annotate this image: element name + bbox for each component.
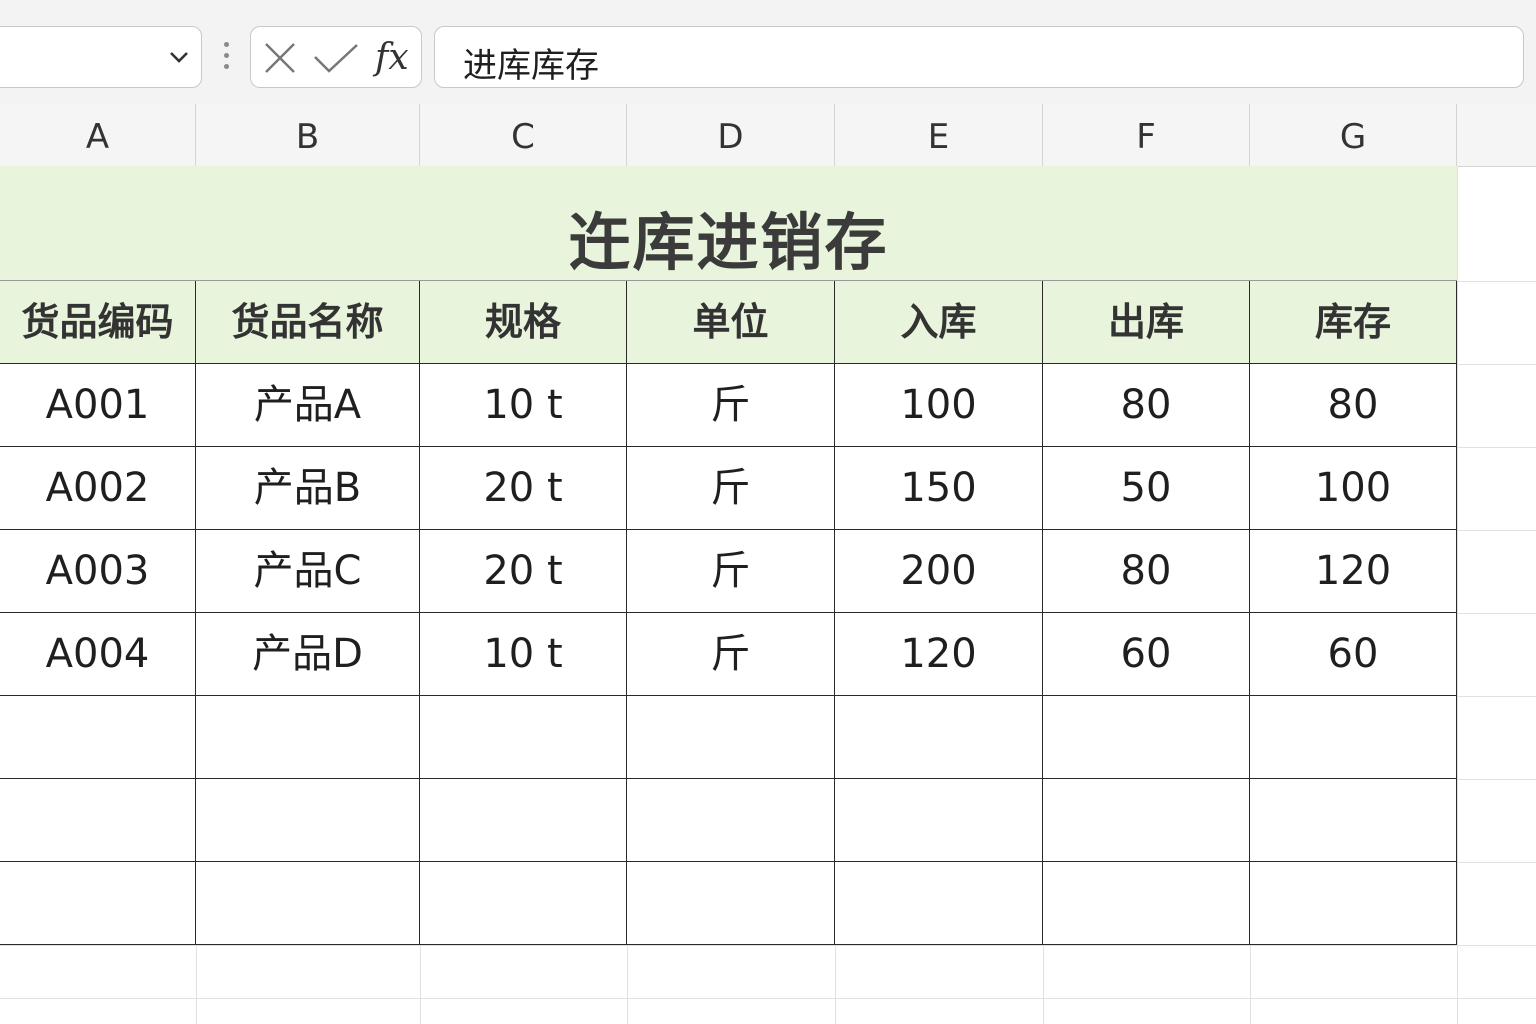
table-cell[interactable] [835,779,1043,862]
table-cell[interactable]: 80 [1043,364,1250,447]
table-cell[interactable] [835,862,1043,945]
table-cell[interactable] [420,862,627,945]
table-cell[interactable] [627,862,835,945]
table-cell[interactable] [627,696,835,779]
table-cell[interactable]: A003 [0,530,196,613]
confirm-check-icon[interactable] [313,43,359,73]
formula-controls: fx [250,26,422,88]
table-cell[interactable]: A001 [0,364,196,447]
table-cell[interactable] [1043,862,1250,945]
table-cell[interactable] [1043,696,1250,779]
table-cell[interactable]: 10 t [420,613,627,696]
table-header-cell[interactable]: 单位 [627,281,835,364]
name-box[interactable] [0,26,202,88]
table-cell[interactable] [835,696,1043,779]
table-cell[interactable]: 200 [835,530,1043,613]
column-header-g[interactable]: G [1250,104,1457,166]
table-cell[interactable]: 50 [1043,447,1250,530]
table-header-cell[interactable]: 出库 [1043,281,1250,364]
cancel-icon[interactable] [263,41,297,75]
table-cell[interactable]: 100 [1250,447,1457,530]
column-header-c[interactable]: C [420,104,627,166]
column-header-f[interactable]: F [1043,104,1250,166]
chevron-down-icon[interactable] [167,45,191,69]
table-header-cell[interactable]: 货品编码 [0,281,196,364]
table-cell[interactable]: 80 [1043,530,1250,613]
column-header-b[interactable]: B [196,104,420,166]
formula-bar: fx 进库库存 [0,0,1536,104]
table-cell[interactable] [1250,779,1457,862]
column-header-e[interactable]: E [835,104,1043,166]
sheet-title: 迕库进销存 [568,206,889,279]
table-cell[interactable] [420,696,627,779]
grip-handle-icon[interactable] [222,42,232,74]
table-cell[interactable]: 产品C [196,530,420,613]
table-cell[interactable]: 斤 [627,447,835,530]
table-cell[interactable] [1250,696,1457,779]
sheet-title-cell[interactable]: 迕库进销存 [0,166,1457,281]
table-cell[interactable]: 150 [835,447,1043,530]
table-cell[interactable]: 产品D [196,613,420,696]
table-cell[interactable]: 斤 [627,364,835,447]
table-cell[interactable]: 斤 [627,613,835,696]
insert-function-button[interactable]: fx [375,37,409,78]
table-cell[interactable]: 60 [1250,613,1457,696]
table-cell[interactable]: 产品A [196,364,420,447]
table-cell[interactable] [0,862,196,945]
table-cell[interactable] [196,862,420,945]
table-cell[interactable]: 120 [1250,530,1457,613]
table-cell[interactable]: 20 t [420,530,627,613]
table-header-cell[interactable]: 规格 [420,281,627,364]
table-cell[interactable] [627,779,835,862]
table-cell[interactable] [196,779,420,862]
table-cell[interactable]: 60 [1043,613,1250,696]
table-cell[interactable]: 20 t [420,447,627,530]
table-cell[interactable]: A002 [0,447,196,530]
table-cell[interactable] [0,779,196,862]
table-header-cell[interactable]: 货品名称 [196,281,420,364]
table-cell[interactable] [420,779,627,862]
table-cell[interactable]: 10 t [420,364,627,447]
column-header-row: A B C D E F G [0,104,1536,167]
table-cell[interactable] [196,696,420,779]
table-cell[interactable]: 斤 [627,530,835,613]
table-cell[interactable] [1250,862,1457,945]
formula-text: 进库库存 [463,46,599,86]
table-cell[interactable]: A004 [0,613,196,696]
table-cell[interactable]: 产品B [196,447,420,530]
formula-input[interactable]: 进库库存 [434,26,1524,88]
column-header-a[interactable]: A [0,104,196,166]
table-cell[interactable] [0,696,196,779]
table-cell[interactable]: 80 [1250,364,1457,447]
table-cell[interactable]: 100 [835,364,1043,447]
table-header-cell[interactable]: 入库 [835,281,1043,364]
table-header-cell[interactable]: 库存 [1250,281,1457,364]
table-cell[interactable]: 120 [835,613,1043,696]
table-cell[interactable] [1043,779,1250,862]
column-header-d[interactable]: D [627,104,835,166]
